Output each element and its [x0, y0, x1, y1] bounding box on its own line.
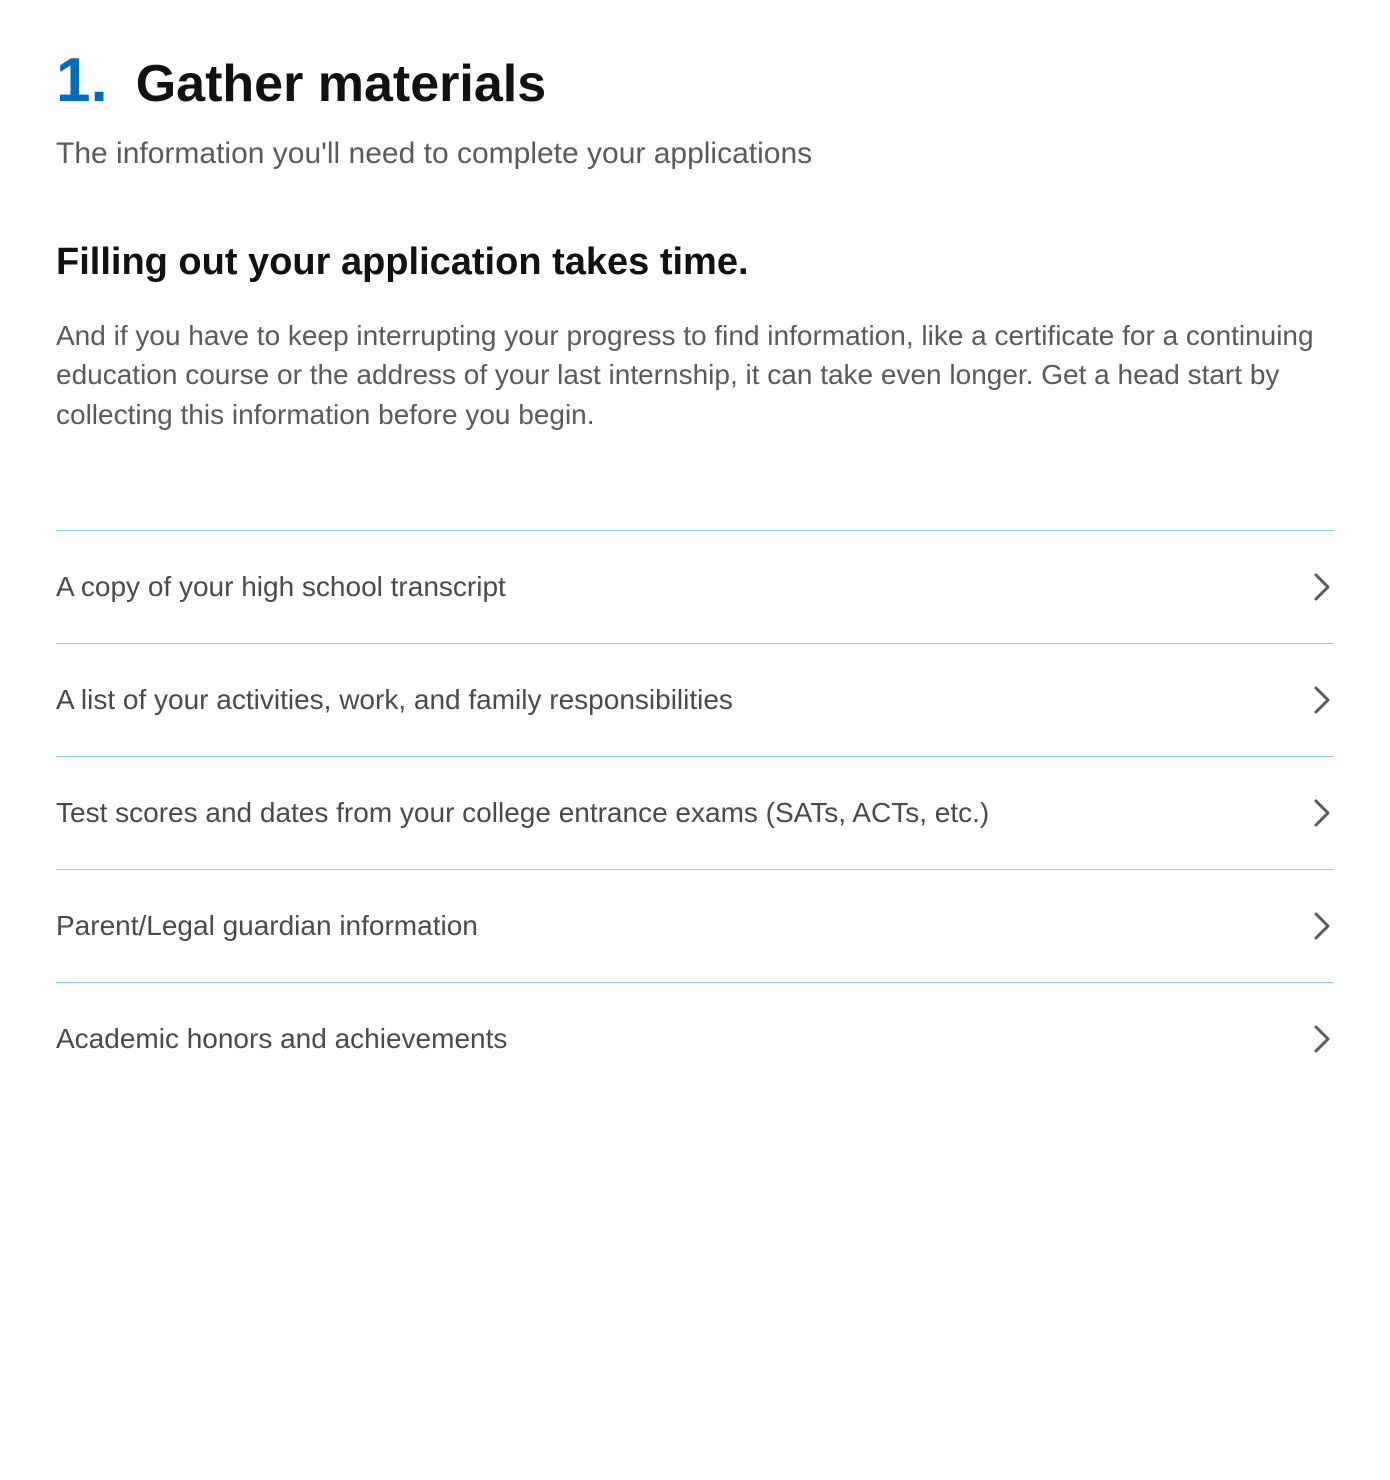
accordion-label: Test scores and dates from your college … — [56, 797, 1310, 829]
accordion-item-activities[interactable]: A list of your activities, work, and fam… — [56, 643, 1334, 756]
step-number: 1. — [56, 50, 108, 112]
section-body: And if you have to keep interrupting you… — [56, 316, 1334, 434]
accordion-item-transcript[interactable]: A copy of your high school transcript — [56, 530, 1334, 643]
section-heading: Filling out your application takes time. — [56, 241, 1334, 284]
page-title-row: 1. Gather materials — [56, 50, 1334, 113]
accordion-item-honors[interactable]: Academic honors and achievements — [56, 982, 1334, 1095]
accordion-label: Parent/Legal guardian information — [56, 910, 1310, 942]
accordion-item-guardian[interactable]: Parent/Legal guardian information — [56, 869, 1334, 982]
chevron-right-icon — [1310, 575, 1334, 599]
page-subtitle: The information you'll need to complete … — [56, 137, 1334, 171]
accordion-item-test-scores[interactable]: Test scores and dates from your college … — [56, 756, 1334, 869]
chevron-right-icon — [1310, 1027, 1334, 1051]
chevron-right-icon — [1310, 914, 1334, 938]
accordion-label: A list of your activities, work, and fam… — [56, 684, 1310, 716]
accordion-list: A copy of your high school transcript A … — [56, 530, 1334, 1095]
accordion-label: A copy of your high school transcript — [56, 571, 1310, 603]
chevron-right-icon — [1310, 688, 1334, 712]
page-heading: Gather materials — [136, 56, 546, 113]
accordion-label: Academic honors and achievements — [56, 1023, 1310, 1055]
chevron-right-icon — [1310, 801, 1334, 825]
